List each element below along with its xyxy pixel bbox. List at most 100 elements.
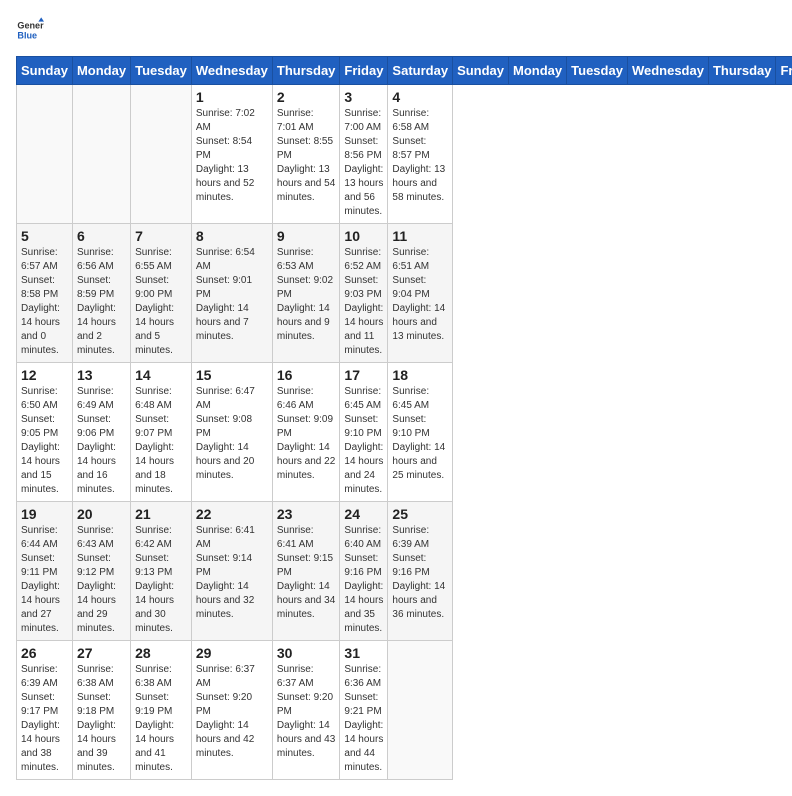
day-number: 27 — [77, 645, 126, 661]
week-row-3: 12 Sunrise: 6:50 AMSunset: 9:05 PMDayligh… — [17, 363, 792, 502]
day-info: Sunrise: 6:41 AMSunset: 9:14 PMDaylight:… — [196, 524, 268, 622]
calendar-cell: 21Sunrise: 6:42 AMSunset: 9:13 PMDayligh… — [131, 502, 192, 641]
day-number: 23 — [277, 506, 336, 522]
calendar-cell — [17, 85, 73, 224]
day-info: Sunrise: 6:37 AMSunset: 9:20 PMDaylight:… — [196, 663, 268, 761]
day-info: Sunrise: 6:57 AMSunset: 8:58 PMDaylight:… — [21, 246, 68, 358]
calendar-cell: 7Sunrise: 6:55 AMSunset: 9:00 PMDaylight… — [131, 224, 192, 363]
calendar-cell: 1 Sunrise: 7:02 AMSunset: 8:54 PMDaylight… — [191, 85, 272, 224]
col-header-tuesday: Tuesday — [131, 57, 192, 85]
calendar-cell: 15 Sunrise: 6:47 AMSunset: 9:08 PMDayligh… — [191, 363, 272, 502]
day-number: 25 — [392, 506, 448, 522]
calendar-cell: 23 Sunrise: 6:41 AMSunset: 9:15 PMDayligh… — [272, 502, 340, 641]
calendar-cell: 22 Sunrise: 6:41 AMSunset: 9:14 PMDayligh… — [191, 502, 272, 641]
day-number: 6 — [77, 228, 126, 244]
col-header-wednesday: Wednesday — [191, 57, 272, 85]
day-info: Sunrise: 6:41 AMSunset: 9:15 PMDaylight:… — [277, 524, 336, 622]
day-number: 20 — [77, 506, 126, 522]
logo-icon: General Blue — [16, 16, 44, 44]
calendar-cell: 31 Sunrise: 6:36 AMSunset: 9:21 PMDayligh… — [340, 641, 388, 780]
day-number: 24 — [344, 506, 383, 522]
calendar-cell — [72, 85, 130, 224]
calendar-cell: 28 Sunrise: 6:38 AMSunset: 9:19 PMDayligh… — [131, 641, 192, 780]
day-number: 15 — [196, 367, 268, 383]
day-info: Sunrise: 6:39 AMSunset: 9:16 PMDaylight:… — [392, 524, 448, 622]
logo: General Blue — [16, 16, 44, 44]
calendar-cell: 14Sunrise: 6:48 AMSunset: 9:07 PMDayligh… — [131, 363, 192, 502]
day-info: Sunrise: 6:36 AMSunset: 9:21 PMDaylight:… — [344, 663, 383, 775]
header-row: SundayMondayTuesdayWednesdayThursdayFrid… — [17, 57, 792, 85]
week-row-2: 5 Sunrise: 6:57 AMSunset: 8:58 PMDaylight… — [17, 224, 792, 363]
day-info: Sunrise: 6:44 AMSunset: 9:11 PMDaylight:… — [21, 524, 68, 636]
day-number: 30 — [277, 645, 336, 661]
day-info: Sunrise: 7:00 AMSunset: 8:56 PMDaylight:… — [344, 107, 383, 219]
day-number: 5 — [21, 228, 68, 244]
col-header-wednesday: Wednesday — [627, 57, 708, 85]
day-number: 26 — [21, 645, 68, 661]
day-info: Sunrise: 7:01 AMSunset: 8:55 PMDaylight:… — [277, 107, 336, 205]
calendar-cell: 2 Sunrise: 7:01 AMSunset: 8:55 PMDaylight… — [272, 85, 340, 224]
calendar-cell: 8 Sunrise: 6:54 AMSunset: 9:01 PMDaylight… — [191, 224, 272, 363]
day-info: Sunrise: 6:50 AMSunset: 9:05 PMDaylight:… — [21, 385, 68, 497]
day-info: Sunrise: 6:45 AMSunset: 9:10 PMDaylight:… — [344, 385, 383, 497]
svg-text:General: General — [17, 21, 44, 31]
calendar-cell: 5 Sunrise: 6:57 AMSunset: 8:58 PMDaylight… — [17, 224, 73, 363]
calendar-cell: 19Sunrise: 6:44 AMSunset: 9:11 PMDayligh… — [17, 502, 73, 641]
day-info: Sunrise: 6:54 AMSunset: 9:01 PMDaylight:… — [196, 246, 268, 344]
day-info: Sunrise: 6:38 AMSunset: 9:19 PMDaylight:… — [135, 663, 187, 775]
calendar-cell — [388, 641, 453, 780]
day-info: Sunrise: 6:52 AMSunset: 9:03 PMDaylight:… — [344, 246, 383, 358]
day-info: Sunrise: 6:48 AMSunset: 9:07 PMDaylight:… — [135, 385, 187, 497]
day-number: 11 — [392, 228, 448, 244]
day-info: Sunrise: 7:02 AMSunset: 8:54 PMDaylight:… — [196, 107, 268, 205]
calendar-cell: 30 Sunrise: 6:37 AMSunset: 9:20 PMDayligh… — [272, 641, 340, 780]
col-header-friday: Friday — [776, 57, 792, 85]
calendar-cell: 10 Sunrise: 6:52 AMSunset: 9:03 PMDayligh… — [340, 224, 388, 363]
calendar-cell: 20 Sunrise: 6:43 AMSunset: 9:12 PMDayligh… — [72, 502, 130, 641]
calendar-cell: 26 Sunrise: 6:39 AMSunset: 9:17 PMDayligh… — [17, 641, 73, 780]
col-header-thursday: Thursday — [708, 57, 776, 85]
day-info: Sunrise: 6:40 AMSunset: 9:16 PMDaylight:… — [344, 524, 383, 636]
col-header-saturday: Saturday — [388, 57, 453, 85]
calendar-cell: 12 Sunrise: 6:50 AMSunset: 9:05 PMDayligh… — [17, 363, 73, 502]
day-info: Sunrise: 6:39 AMSunset: 9:17 PMDaylight:… — [21, 663, 68, 775]
day-number: 10 — [344, 228, 383, 244]
day-info: Sunrise: 6:46 AMSunset: 9:09 PMDaylight:… — [277, 385, 336, 483]
calendar-cell: 6 Sunrise: 6:56 AMSunset: 8:59 PMDaylight… — [72, 224, 130, 363]
day-number: 29 — [196, 645, 268, 661]
calendar-cell: 16Sunrise: 6:46 AMSunset: 9:09 PMDayligh… — [272, 363, 340, 502]
day-number: 31 — [344, 645, 383, 661]
day-info: Sunrise: 6:38 AMSunset: 9:18 PMDaylight:… — [77, 663, 126, 775]
col-header-tuesday: Tuesday — [567, 57, 628, 85]
day-info: Sunrise: 6:47 AMSunset: 9:08 PMDaylight:… — [196, 385, 268, 483]
calendar-cell: 3 Sunrise: 7:00 AMSunset: 8:56 PMDaylight… — [340, 85, 388, 224]
day-info: Sunrise: 6:53 AMSunset: 9:02 PMDaylight:… — [277, 246, 336, 344]
svg-text:Blue: Blue — [17, 30, 37, 40]
day-info: Sunrise: 6:43 AMSunset: 9:12 PMDaylight:… — [77, 524, 126, 636]
day-number: 12 — [21, 367, 68, 383]
col-header-thursday: Thursday — [272, 57, 340, 85]
calendar-cell: 17Sunrise: 6:45 AMSunset: 9:10 PMDayligh… — [340, 363, 388, 502]
page-header: General Blue — [16, 16, 776, 44]
calendar-table: SundayMondayTuesdayWednesdayThursdayFrid… — [16, 56, 792, 780]
calendar-cell: 24 Sunrise: 6:40 AMSunset: 9:16 PMDayligh… — [340, 502, 388, 641]
week-row-4: 19Sunrise: 6:44 AMSunset: 9:11 PMDayligh… — [17, 502, 792, 641]
week-row-5: 26 Sunrise: 6:39 AMSunset: 9:17 PMDayligh… — [17, 641, 792, 780]
calendar-cell: 29 Sunrise: 6:37 AMSunset: 9:20 PMDayligh… — [191, 641, 272, 780]
day-number: 8 — [196, 228, 268, 244]
day-number: 3 — [344, 89, 383, 105]
day-info: Sunrise: 6:37 AMSunset: 9:20 PMDaylight:… — [277, 663, 336, 761]
day-info: Sunrise: 6:49 AMSunset: 9:06 PMDaylight:… — [77, 385, 126, 497]
day-info: Sunrise: 6:42 AMSunset: 9:13 PMDaylight:… — [135, 524, 187, 636]
col-header-monday: Monday — [72, 57, 130, 85]
day-number: 28 — [135, 645, 187, 661]
day-number: 22 — [196, 506, 268, 522]
day-number: 7 — [135, 228, 187, 244]
day-number: 1 — [196, 89, 268, 105]
day-info: Sunrise: 6:56 AMSunset: 8:59 PMDaylight:… — [77, 246, 126, 358]
calendar-cell — [131, 85, 192, 224]
calendar-cell: 4Sunrise: 6:58 AMSunset: 8:57 PMDaylight… — [388, 85, 453, 224]
day-number: 2 — [277, 89, 336, 105]
day-info: Sunrise: 6:58 AMSunset: 8:57 PMDaylight:… — [392, 107, 448, 205]
day-number: 13 — [77, 367, 126, 383]
